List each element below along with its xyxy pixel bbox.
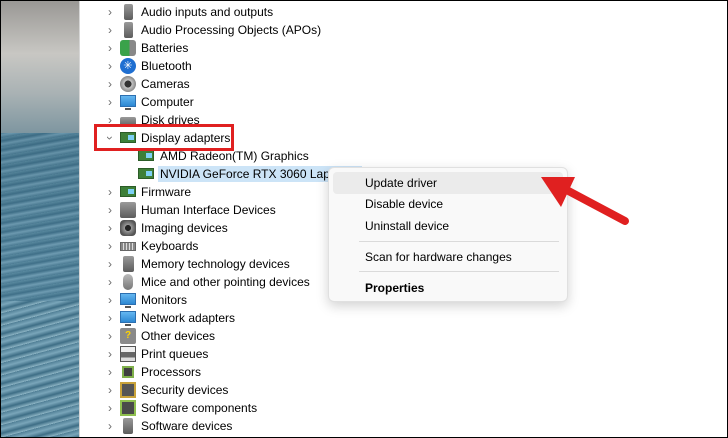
menu-separator: [359, 241, 559, 242]
chevron-right-icon[interactable]: ›: [104, 401, 116, 415]
tree-item-label: Security devices: [141, 383, 229, 397]
tree-item-audio-inputs[interactable]: › Audio inputs and outputs: [80, 3, 720, 21]
network-adapter-icon: [120, 311, 136, 326]
tree-item-label: Other devices: [141, 329, 216, 343]
menu-item-label: Properties: [365, 281, 425, 295]
monitor-icon: [120, 95, 136, 110]
menu-separator: [359, 271, 559, 272]
speaker-icon: [124, 22, 133, 38]
tree-item-label: Software devices: [141, 419, 233, 433]
tree-item-label: Processors: [141, 365, 202, 379]
software-device-icon: [123, 418, 133, 434]
tree-item-label: Audio inputs and outputs: [141, 5, 274, 19]
tree-item-batteries[interactable]: › Batteries: [80, 39, 720, 57]
menu-item-label: Disable device: [365, 197, 444, 211]
chevron-right-icon[interactable]: ›: [104, 329, 116, 343]
camera-icon: [120, 76, 136, 92]
menu-item-label: Scan for hardware changes: [365, 250, 512, 264]
chevron-right-icon[interactable]: ›: [104, 347, 116, 361]
processor-icon: [122, 366, 134, 378]
battery-icon: [120, 40, 136, 56]
menu-scan-hardware[interactable]: Scan for hardware changes: [333, 246, 563, 268]
chevron-right-icon[interactable]: ›: [104, 41, 116, 55]
wallpaper-water: [1, 301, 79, 437]
tree-item-computer[interactable]: › Computer: [80, 93, 720, 111]
context-menu: Update driver Disable device Uninstall d…: [328, 167, 568, 302]
tree-item-label: Mice and other pointing devices: [141, 275, 310, 289]
chevron-right-icon[interactable]: ›: [104, 275, 116, 289]
software-component-icon: [120, 400, 136, 416]
chevron-right-icon[interactable]: ›: [104, 23, 116, 37]
chevron-right-icon[interactable]: ›: [104, 59, 116, 73]
chevron-right-icon[interactable]: ›: [104, 257, 116, 271]
chevron-right-icon[interactable]: ›: [104, 365, 116, 379]
tree-item-label: Memory technology devices: [141, 257, 290, 271]
tree-item-network[interactable]: › Network adapters: [80, 309, 720, 327]
menu-item-label: Uninstall device: [365, 219, 450, 233]
menu-properties[interactable]: Properties: [333, 277, 563, 299]
tree-item-label: Print queues: [141, 347, 209, 361]
chevron-right-icon[interactable]: ›: [104, 95, 116, 109]
tree-item-bluetooth[interactable]: › ✳ Bluetooth: [80, 57, 720, 75]
tree-item-label: Audio Processing Objects (APOs): [141, 23, 322, 37]
tree-item-label: Batteries: [141, 41, 189, 55]
menu-item-label: Update driver: [365, 176, 438, 190]
chevron-right-icon[interactable]: ›: [104, 311, 116, 325]
tree-item-label: Cameras: [141, 77, 190, 91]
printer-icon: [120, 346, 136, 362]
chevron-right-icon[interactable]: ›: [104, 221, 116, 235]
chevron-right-icon[interactable]: ›: [104, 203, 116, 217]
chevron-right-icon[interactable]: ›: [104, 77, 116, 91]
menu-disable-device[interactable]: Disable device: [333, 193, 563, 215]
keyboard-icon: [120, 242, 136, 251]
hid-icon: [120, 202, 136, 218]
tree-item-label: Firmware: [141, 185, 191, 199]
chevron-right-icon[interactable]: ›: [104, 419, 116, 433]
chevron-right-icon[interactable]: ›: [104, 239, 116, 253]
tree-item-software-devices[interactable]: › Software devices: [80, 417, 720, 435]
chevron-right-icon[interactable]: ›: [104, 383, 116, 397]
security-chip-icon: [120, 382, 136, 398]
tree-item-label: Keyboards: [141, 239, 199, 253]
tree-item-processors[interactable]: › Processors: [80, 363, 720, 381]
unknown-device-icon: ?: [120, 328, 136, 344]
tree-item-label: Network adapters: [141, 311, 236, 325]
tree-item-label: Human Interface Devices: [141, 203, 276, 217]
tree-item-audio-processing[interactable]: › Audio Processing Objects (APOs): [80, 21, 720, 39]
tree-item-cameras[interactable]: › Cameras: [80, 75, 720, 93]
tree-item-security[interactable]: › Security devices: [80, 381, 720, 399]
tree-item-label: Software components: [141, 401, 258, 415]
tree-item-label: Imaging devices: [141, 221, 228, 235]
tree-item-software-components[interactable]: › Software components: [80, 399, 720, 417]
chevron-right-icon[interactable]: ›: [104, 185, 116, 199]
wallpaper-sky: [1, 1, 79, 133]
chevron-right-icon[interactable]: ›: [104, 293, 116, 307]
memory-card-icon: [123, 256, 134, 272]
monitor-icon: [120, 293, 136, 308]
tree-item-label: Bluetooth: [141, 59, 192, 73]
chevron-right-icon[interactable]: ›: [104, 5, 116, 19]
display-adapter-icon: [138, 150, 154, 161]
display-adapter-icon: [138, 168, 154, 179]
menu-update-driver[interactable]: Update driver: [333, 172, 563, 194]
tree-item-other[interactable]: › ? Other devices: [80, 327, 720, 345]
bluetooth-icon: ✳: [120, 58, 136, 74]
tree-item-print-queues[interactable]: › Print queues: [80, 345, 720, 363]
device-manager-screenshot: › Audio inputs and outputs › Audio Proce…: [0, 0, 728, 438]
tree-item-label: Computer: [141, 95, 194, 109]
mouse-icon: [123, 274, 133, 290]
camera-icon: [120, 220, 136, 236]
speaker-icon: [124, 4, 133, 20]
menu-uninstall-device[interactable]: Uninstall device: [333, 215, 563, 237]
firmware-icon: [120, 186, 136, 197]
annotation-arrow-icon: [541, 177, 629, 225]
highlight-box: [94, 124, 234, 151]
tree-item-label: Monitors: [141, 293, 188, 307]
